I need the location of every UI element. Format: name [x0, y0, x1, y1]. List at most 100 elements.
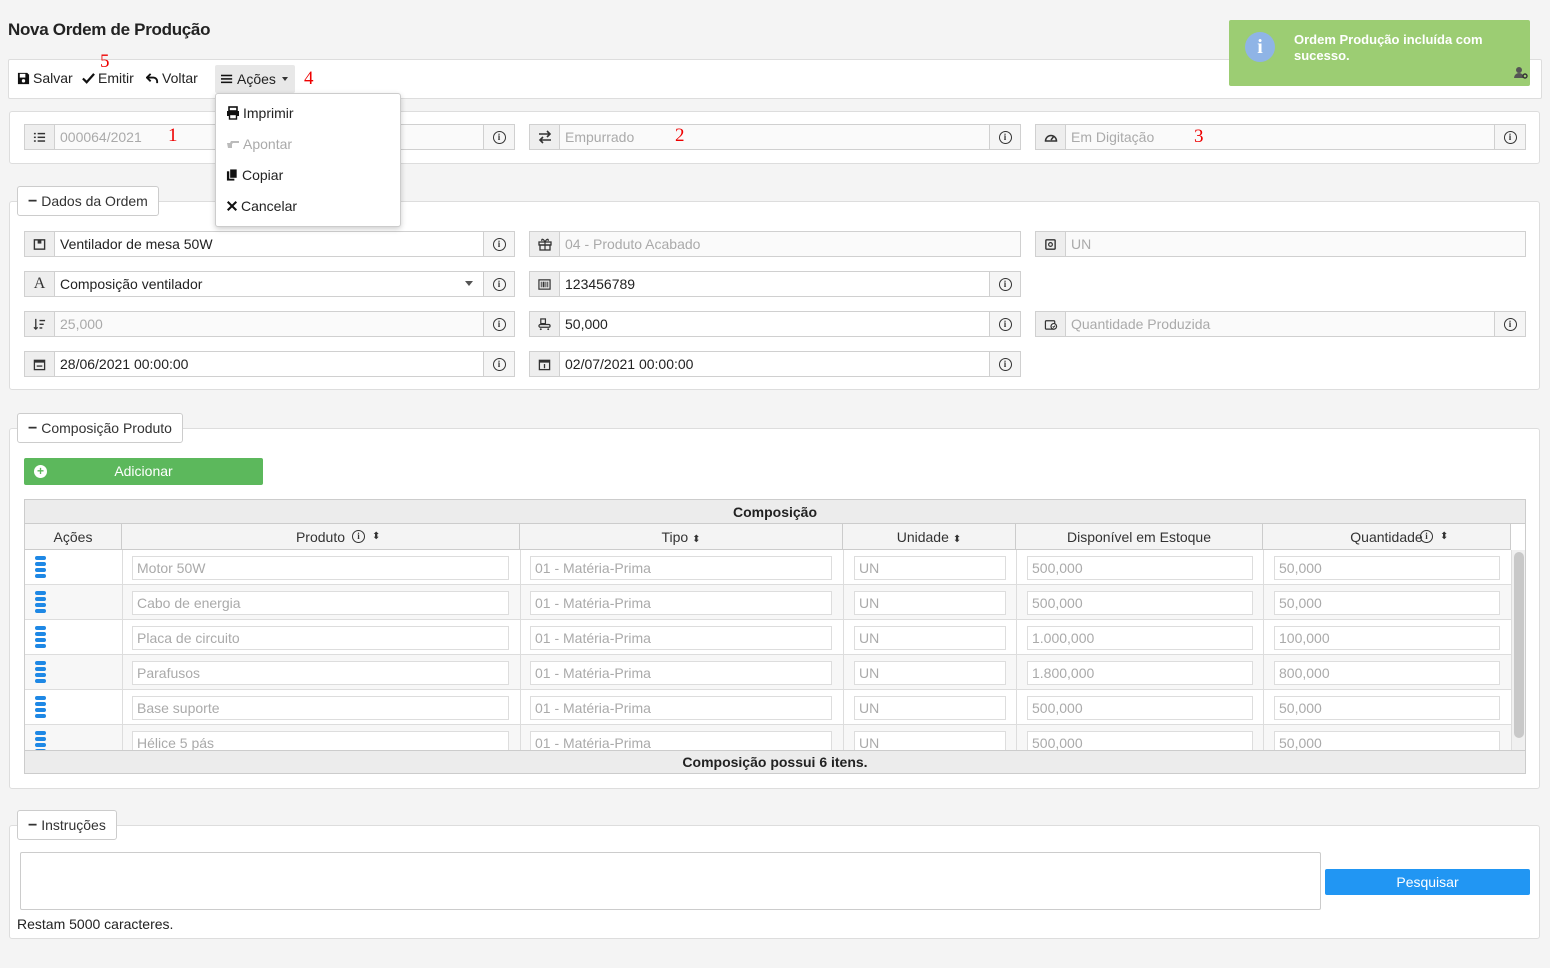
search-button[interactable]: Pesquisar	[1325, 869, 1530, 895]
product-input[interactable]: Ventilador de mesa 50W	[55, 231, 484, 257]
end-date-input[interactable]: 02/07/2021 00:00:00	[560, 351, 990, 377]
add-button[interactable]: + Adicionar	[24, 458, 263, 485]
row-actions-icon[interactable]	[35, 731, 46, 750]
qty-produced-input[interactable]: Quantidade Produzida	[1066, 311, 1495, 337]
row-unidade[interactable]: UN	[854, 556, 1006, 580]
unit-input[interactable]: UN	[1066, 231, 1526, 257]
row-produto[interactable]: Placa de circuito	[132, 626, 509, 650]
conveyor-icon	[529, 311, 560, 337]
chevron-down-icon	[281, 77, 288, 81]
menu-item-cancel[interactable]: Cancelar	[226, 198, 297, 214]
row-produto[interactable]: Hélice 5 pás	[132, 731, 509, 750]
grid-scrollbar[interactable]	[1511, 550, 1525, 750]
qty-min-input[interactable]: 25,000	[55, 311, 484, 337]
row-quantidade[interactable]: 50,000	[1274, 591, 1500, 615]
row-tipo[interactable]: 01 - Matéria-Prima	[530, 591, 832, 615]
row-quantidade[interactable]: 50,000	[1274, 696, 1500, 720]
start-date-input[interactable]: 28/06/2021 00:00:00	[55, 351, 484, 377]
col-tipo[interactable]: Tipo ⬍	[520, 524, 843, 550]
sort-icon[interactable]: ⬍	[692, 534, 700, 545]
menu-item-print[interactable]: Imprimir	[226, 105, 294, 121]
row-quantidade[interactable]: 50,000	[1274, 556, 1500, 580]
qty-info-button[interactable]: i	[990, 311, 1021, 337]
row-estoque[interactable]: 500,000	[1027, 556, 1253, 580]
table-row: Cabo de energia 01 - Matéria-Prima UN 50…	[25, 585, 1511, 620]
dashboard-icon	[1035, 124, 1066, 150]
qty-produced-info-button[interactable]: i	[1495, 311, 1526, 337]
order-number-info-button[interactable]: i	[484, 124, 515, 150]
instructions-textarea[interactable]	[20, 852, 1321, 910]
col-quantidade-label: Quantidade	[1350, 529, 1423, 545]
barcode-info-button[interactable]: i	[990, 271, 1021, 297]
info-icon: i	[492, 237, 506, 251]
annotation-1: 1	[168, 125, 178, 146]
row-tipo[interactable]: 01 - Matéria-Prima	[530, 731, 832, 750]
row-estoque[interactable]: 1.000,000	[1027, 626, 1253, 650]
col-tipo-label: Tipo	[661, 529, 689, 545]
instrucoes-toggle[interactable]: − Instruções	[17, 810, 117, 840]
row-actions-icon[interactable]	[35, 626, 46, 650]
row-estoque[interactable]: 500,000	[1027, 731, 1253, 750]
qty-min-info-button[interactable]: i	[484, 311, 515, 337]
menu-item-copy[interactable]: Copiar	[226, 167, 283, 183]
composition-select[interactable]: Composição ventilador	[55, 271, 484, 297]
row-actions-icon[interactable]	[35, 661, 46, 685]
row-estoque[interactable]: 500,000	[1027, 591, 1253, 615]
sort-icon[interactable]: ⬍	[953, 534, 961, 545]
start-date-info-button[interactable]: i	[484, 351, 515, 377]
info-icon: i	[1503, 317, 1517, 331]
sort-icon[interactable]: ⬍	[1440, 524, 1448, 550]
qty-input[interactable]: 50,000	[560, 311, 990, 337]
back-button[interactable]: Voltar	[146, 70, 198, 86]
row-unidade[interactable]: UN	[854, 696, 1006, 720]
row-unidade[interactable]: UN	[854, 626, 1006, 650]
row-tipo[interactable]: 01 - Matéria-Prima	[530, 696, 832, 720]
row-actions-icon[interactable]	[35, 696, 46, 720]
col-produto[interactable]: Produto i ⬍	[122, 524, 520, 550]
save-button[interactable]: Salvar	[17, 70, 73, 86]
product-info-button[interactable]: i	[484, 231, 515, 257]
table-row: Base suporte 01 - Matéria-Prima UN 500,0…	[25, 690, 1511, 725]
row-quantidade[interactable]: 50,000	[1274, 731, 1500, 750]
composicao-toggle[interactable]: − Composição Produto	[17, 413, 183, 443]
info-icon[interactable]: i	[352, 530, 365, 543]
order-type-info-button[interactable]: i	[990, 124, 1021, 150]
row-produto[interactable]: Base suporte	[132, 696, 509, 720]
composition-info-button[interactable]: i	[484, 271, 515, 297]
barcode-input[interactable]: 123456789	[560, 271, 990, 297]
row-quantidade[interactable]: 800,000	[1274, 661, 1500, 685]
sort-icon[interactable]: ⬍	[372, 524, 380, 550]
row-produto[interactable]: Cabo de energia	[132, 591, 509, 615]
info-icon: i	[1245, 32, 1275, 62]
menu-item-apontar[interactable]: Apontar	[226, 136, 292, 152]
scrollbar-thumb[interactable]	[1514, 552, 1524, 738]
col-unidade[interactable]: Unidade ⬍	[843, 524, 1016, 550]
row-estoque[interactable]: 1.800,000	[1027, 661, 1253, 685]
row-unidade[interactable]: UN	[854, 591, 1006, 615]
row-unidade[interactable]: UN	[854, 661, 1006, 685]
row-actions-icon[interactable]	[35, 556, 46, 580]
start-date-field: 28/06/2021 00:00:00 i	[24, 351, 515, 377]
row-quantidade[interactable]: 100,000	[1274, 626, 1500, 650]
row-produto[interactable]: Motor 50W	[132, 556, 509, 580]
row-actions-icon[interactable]	[35, 591, 46, 615]
annotation-4: 4	[304, 68, 314, 89]
actions-dropdown-button[interactable]: Ações	[215, 65, 295, 93]
order-status-input[interactable]: Em Digitação	[1066, 124, 1495, 150]
row-tipo[interactable]: 01 - Matéria-Prima	[530, 661, 832, 685]
annotation-2: 2	[675, 125, 685, 146]
row-tipo[interactable]: 01 - Matéria-Prima	[530, 626, 832, 650]
order-type-input[interactable]: Empurrado	[560, 124, 990, 150]
order-status-info-button[interactable]: i	[1495, 124, 1526, 150]
box-check-icon	[1035, 311, 1066, 337]
row-tipo[interactable]: 01 - Matéria-Prima	[530, 556, 832, 580]
row-estoque[interactable]: 500,000	[1027, 696, 1253, 720]
end-date-info-button[interactable]: i	[990, 351, 1021, 377]
dados-ordem-toggle[interactable]: − Dados da Ordem	[17, 186, 159, 216]
product-type-input[interactable]: 04 - Produto Acabado	[560, 231, 1021, 257]
col-quantidade[interactable]: Quantidade i ⬍	[1263, 524, 1511, 550]
user-settings-icon[interactable]	[1514, 66, 1528, 80]
info-icon[interactable]: i	[1420, 530, 1433, 543]
row-produto[interactable]: Parafusos	[132, 661, 509, 685]
row-unidade[interactable]: UN	[854, 731, 1006, 750]
